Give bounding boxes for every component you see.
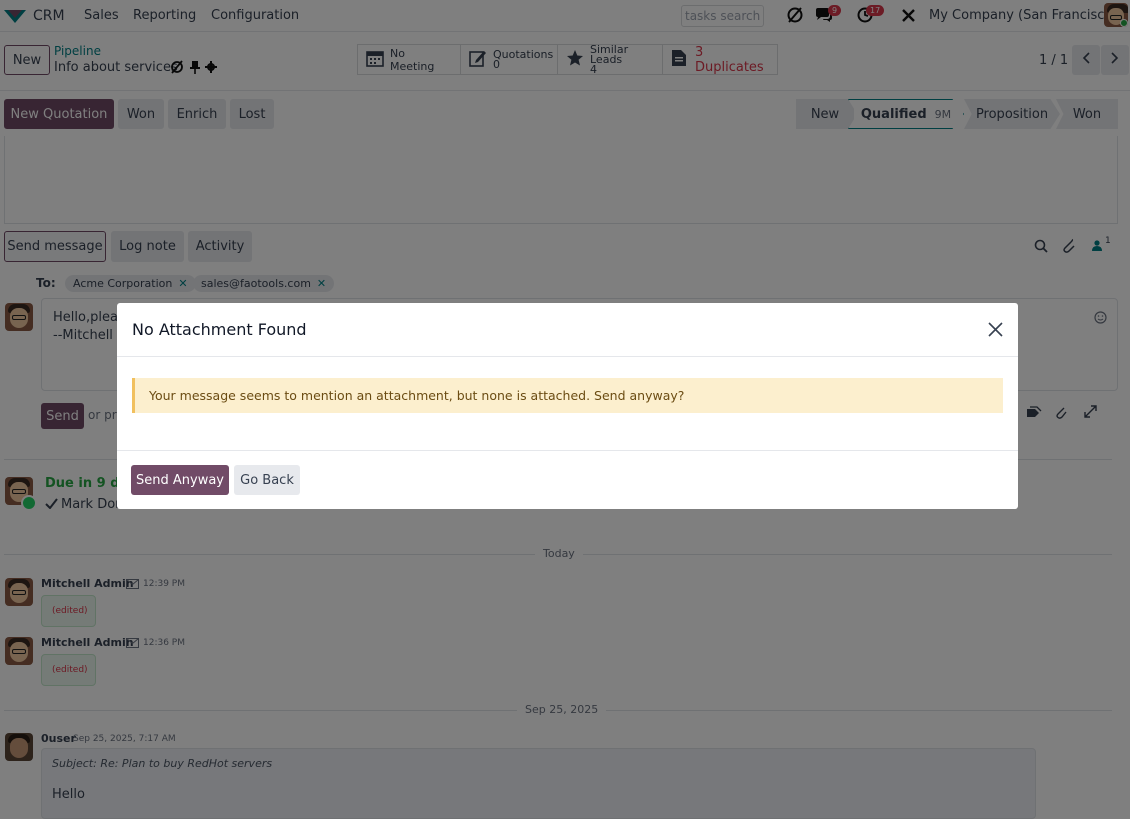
dialog-header: No Attachment Found — [117, 303, 1018, 357]
warning-alert: Your message seems to mention an attachm… — [132, 378, 1003, 413]
dialog-title: No Attachment Found — [132, 320, 307, 339]
go-back-button[interactable]: Go Back — [234, 465, 300, 495]
no-attachment-dialog: No Attachment Found Your message seems t… — [117, 303, 1018, 509]
dialog-footer: Send Anyway Go Back — [117, 450, 1018, 509]
close-icon[interactable] — [988, 322, 1003, 341]
send-anyway-button[interactable]: Send Anyway — [131, 465, 229, 495]
warning-message: Your message seems to mention an attachm… — [149, 388, 685, 403]
